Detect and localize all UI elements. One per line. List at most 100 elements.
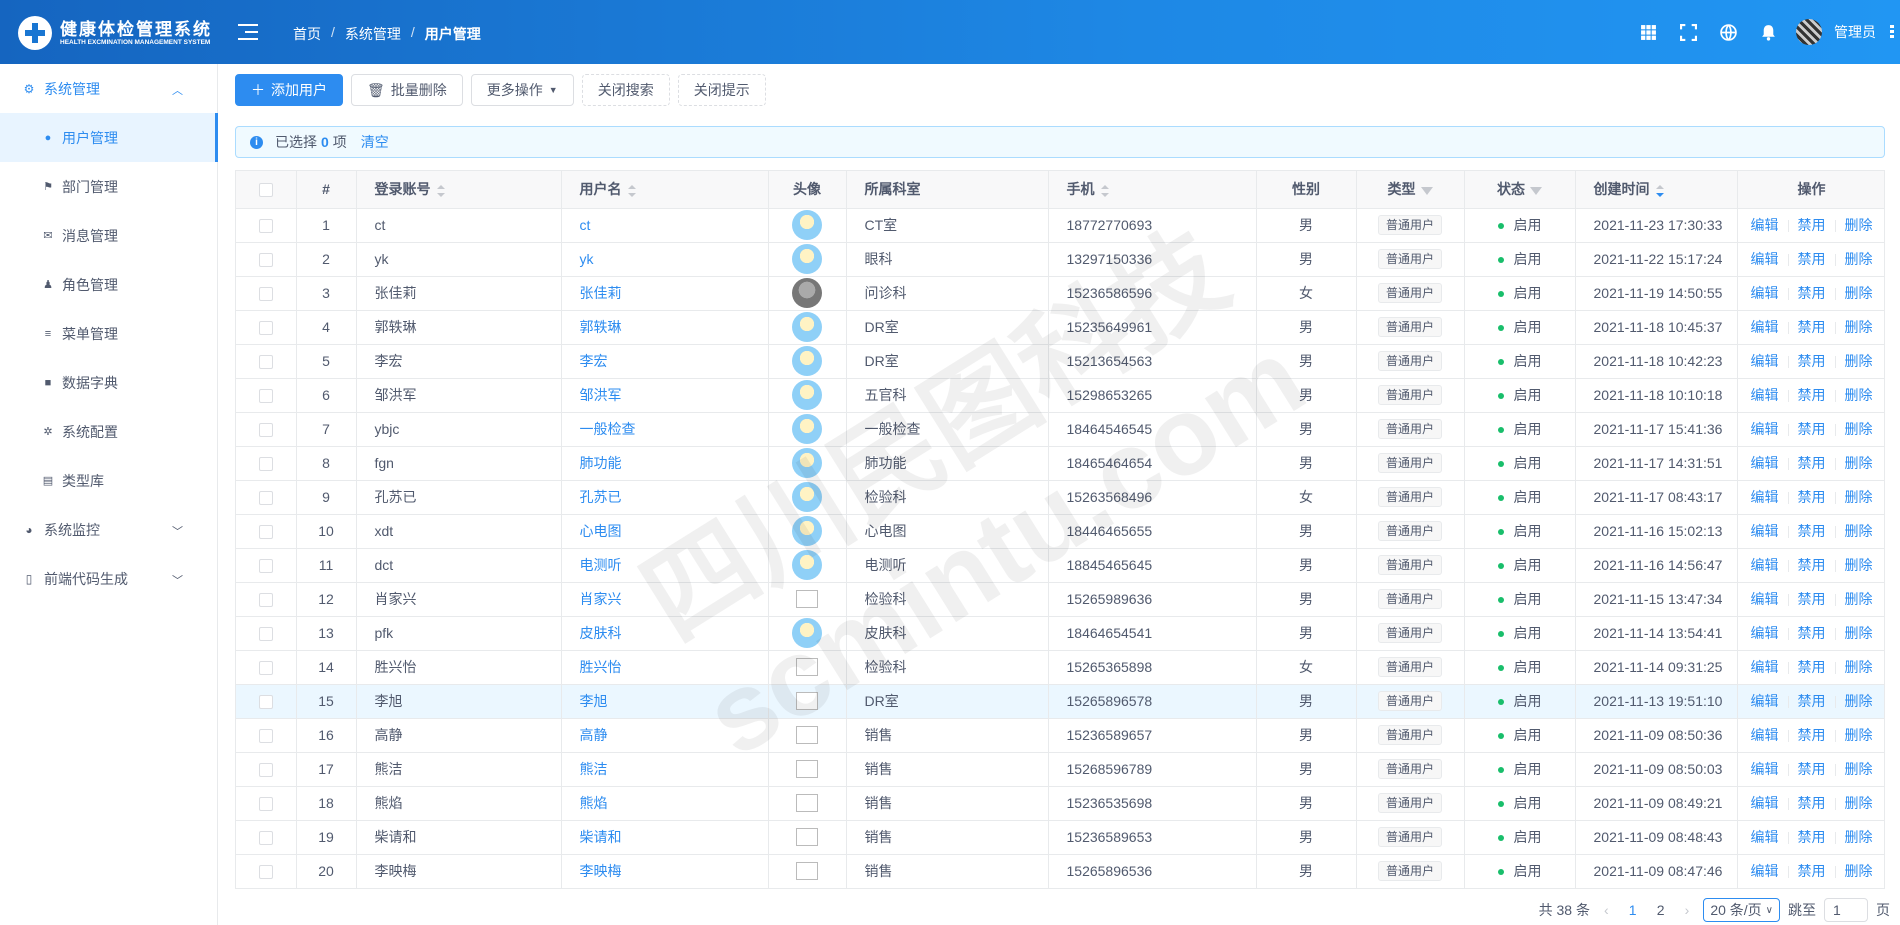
filter-icon[interactable] bbox=[1420, 186, 1433, 195]
checkbox-icon[interactable] bbox=[258, 831, 273, 846]
row-username[interactable]: 胜兴怡 bbox=[561, 650, 769, 685]
avatar[interactable] bbox=[792, 312, 822, 342]
row-username[interactable]: yk bbox=[561, 242, 769, 277]
col-username[interactable]: 用户名 bbox=[561, 171, 769, 209]
row-username[interactable]: 李映梅 bbox=[561, 854, 769, 888]
table-row[interactable]: 5 李宏 李宏 DR室 15213654563 男普通用户 启用 2021-11-18 10:… bbox=[236, 344, 1884, 379]
edit-link[interactable]: 编辑 bbox=[1751, 863, 1779, 879]
select-all-checkbox[interactable] bbox=[236, 171, 297, 209]
col-phone[interactable]: 手机 bbox=[1048, 171, 1257, 209]
language-globe-icon[interactable] bbox=[1708, 0, 1748, 64]
disable-link[interactable]: 禁用 bbox=[1798, 523, 1826, 539]
edit-link[interactable]: 编辑 bbox=[1751, 591, 1779, 607]
edit-link[interactable]: 编辑 bbox=[1751, 489, 1779, 505]
checkbox-icon[interactable] bbox=[258, 525, 273, 540]
checkbox-icon[interactable] bbox=[258, 491, 273, 506]
page-1[interactable]: 1 bbox=[1623, 902, 1643, 918]
avatar[interactable] bbox=[796, 828, 818, 847]
edit-link[interactable]: 编辑 bbox=[1751, 455, 1779, 471]
delete-link[interactable]: 删除 bbox=[1845, 795, 1873, 811]
fullscreen-icon[interactable] bbox=[1668, 0, 1708, 64]
avatar[interactable] bbox=[792, 516, 822, 546]
delete-link[interactable]: 删除 bbox=[1845, 659, 1873, 675]
sort-icon[interactable] bbox=[436, 184, 445, 197]
sidebar-item-config[interactable]: ✲ 系统配置 bbox=[0, 407, 217, 456]
row-checkbox-cell[interactable] bbox=[236, 786, 297, 821]
table-row[interactable]: 7 ybjc 一般检查 一般检查 18464546545 男普通用户 启用 2021-11-1… bbox=[236, 412, 1884, 447]
sort-icon[interactable] bbox=[1655, 184, 1664, 197]
disable-link[interactable]: 禁用 bbox=[1798, 659, 1826, 675]
row-checkbox-cell[interactable] bbox=[236, 242, 297, 277]
edit-link[interactable]: 编辑 bbox=[1751, 285, 1779, 301]
filter-icon[interactable] bbox=[1530, 186, 1542, 195]
table-row[interactable]: 1 ct ct CT室 18772770693 男普通用户 启用 2021-11-23 17:… bbox=[236, 208, 1884, 243]
disable-link[interactable]: 禁用 bbox=[1798, 727, 1826, 743]
disable-link[interactable]: 禁用 bbox=[1798, 353, 1826, 369]
row-checkbox-cell[interactable] bbox=[236, 276, 297, 311]
disable-link[interactable]: 禁用 bbox=[1798, 795, 1826, 811]
delete-link[interactable]: 删除 bbox=[1845, 319, 1873, 335]
edit-link[interactable]: 编辑 bbox=[1751, 523, 1779, 539]
sidebar-item-departments[interactable]: ⚑ 部门管理 bbox=[0, 162, 217, 211]
delete-link[interactable]: 删除 bbox=[1845, 421, 1873, 437]
disable-link[interactable]: 禁用 bbox=[1798, 591, 1826, 607]
row-username[interactable]: 柴请和 bbox=[561, 820, 769, 855]
row-checkbox-cell[interactable] bbox=[236, 344, 297, 379]
avatar[interactable] bbox=[796, 692, 818, 711]
more-icon[interactable] bbox=[1890, 0, 1900, 64]
row-username[interactable]: 心电图 bbox=[561, 514, 769, 549]
goto-page-input[interactable]: 1 bbox=[1824, 898, 1868, 922]
row-checkbox-cell[interactable] bbox=[236, 752, 297, 787]
checkbox-icon[interactable] bbox=[258, 559, 273, 574]
disable-link[interactable]: 禁用 bbox=[1798, 557, 1826, 573]
table-row[interactable]: 15 李旭 李旭 DR室 15265896578 男普通用户 启用 2021-11-13 19… bbox=[236, 684, 1884, 719]
row-username[interactable]: 李宏 bbox=[561, 344, 769, 379]
disable-link[interactable]: 禁用 bbox=[1798, 455, 1826, 471]
avatar[interactable] bbox=[796, 862, 818, 881]
sidebar-item-dictionary[interactable]: ■ 数据字典 bbox=[0, 358, 217, 407]
avatar[interactable] bbox=[792, 448, 822, 478]
delete-link[interactable]: 删除 bbox=[1845, 455, 1873, 471]
row-username[interactable]: 张佳莉 bbox=[561, 276, 769, 311]
prev-page-icon[interactable]: ‹ bbox=[1598, 902, 1615, 918]
row-username[interactable]: ct bbox=[561, 208, 769, 243]
checkbox-icon[interactable] bbox=[258, 423, 273, 438]
next-page-icon[interactable]: › bbox=[1679, 902, 1696, 918]
row-checkbox-cell[interactable] bbox=[236, 548, 297, 583]
delete-link[interactable]: 删除 bbox=[1845, 523, 1873, 539]
checkbox-icon[interactable] bbox=[258, 763, 273, 778]
row-username[interactable]: 熊焰 bbox=[561, 786, 769, 821]
disable-link[interactable]: 禁用 bbox=[1798, 285, 1826, 301]
apps-grid-icon[interactable] bbox=[1628, 0, 1668, 64]
checkbox-icon[interactable] bbox=[258, 389, 273, 404]
menu-collapse-icon[interactable] bbox=[238, 24, 258, 40]
delete-link[interactable]: 删除 bbox=[1845, 489, 1873, 505]
notification-bell-icon[interactable] bbox=[1748, 0, 1788, 64]
row-username[interactable]: 孔苏已 bbox=[561, 480, 769, 515]
sidebar-item-menus[interactable]: ≡ 菜单管理 bbox=[0, 309, 217, 358]
checkbox-icon[interactable] bbox=[258, 661, 273, 676]
disable-link[interactable]: 禁用 bbox=[1798, 421, 1826, 437]
sidebar-item-users[interactable]: ● 用户管理 bbox=[0, 113, 218, 162]
row-username[interactable]: 肺功能 bbox=[561, 446, 769, 481]
delete-link[interactable]: 删除 bbox=[1845, 387, 1873, 403]
close-search-button[interactable]: 关闭搜索 bbox=[581, 74, 670, 106]
disable-link[interactable]: 禁用 bbox=[1798, 489, 1826, 505]
row-username[interactable]: 肖家兴 bbox=[561, 582, 769, 617]
batch-delete-button[interactable]: 🗑 批量删除 bbox=[351, 74, 463, 106]
row-username[interactable]: 电测听 bbox=[561, 548, 769, 583]
edit-link[interactable]: 编辑 bbox=[1751, 387, 1779, 403]
table-row[interactable]: 8 fgn 肺功能 肺功能 18465464654 男普通用户 启用 2021-11-17 1… bbox=[236, 446, 1884, 481]
avatar[interactable] bbox=[796, 658, 818, 677]
edit-link[interactable]: 编辑 bbox=[1751, 557, 1779, 573]
avatar[interactable] bbox=[792, 550, 822, 580]
checkbox-icon[interactable] bbox=[258, 457, 273, 472]
checkbox-icon[interactable] bbox=[258, 321, 273, 336]
disable-link[interactable]: 禁用 bbox=[1798, 625, 1826, 641]
delete-link[interactable]: 删除 bbox=[1845, 353, 1873, 369]
clear-selection-link[interactable]: 清空 bbox=[361, 132, 389, 152]
row-username[interactable]: 一般检查 bbox=[561, 412, 769, 447]
delete-link[interactable]: 删除 bbox=[1845, 727, 1873, 743]
disable-link[interactable]: 禁用 bbox=[1798, 863, 1826, 879]
sidebar-item-type-library[interactable]: ▤ 类型库 bbox=[0, 456, 217, 505]
